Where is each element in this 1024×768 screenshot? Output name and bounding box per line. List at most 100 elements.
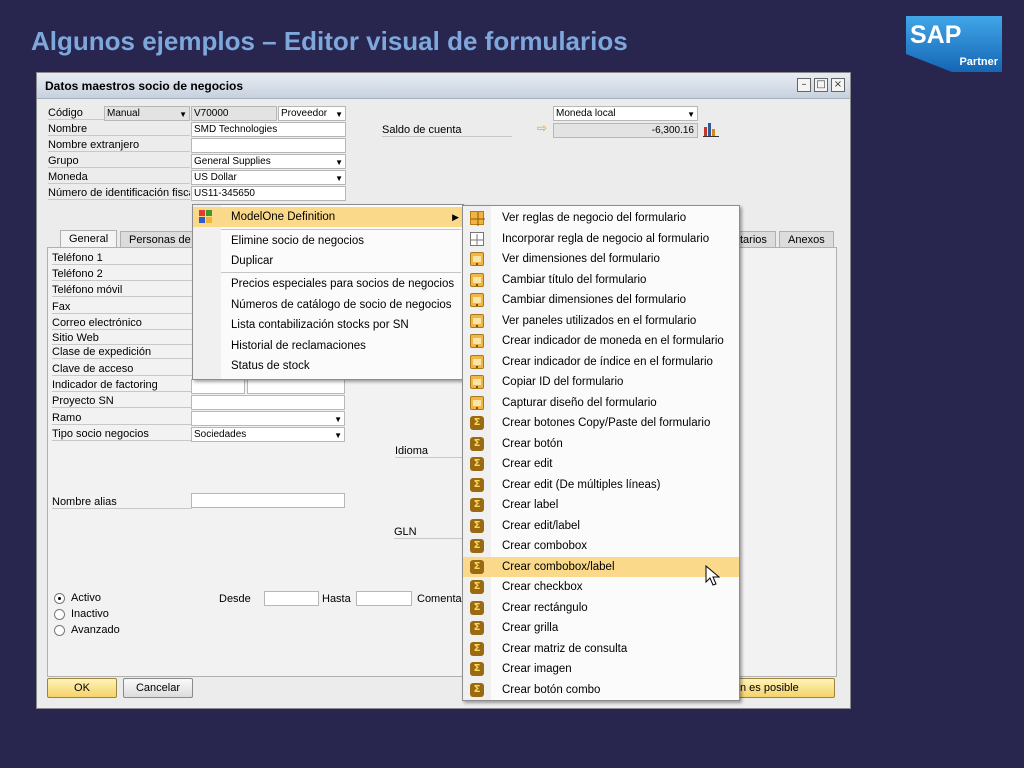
ok-button[interactable]: OK bbox=[47, 678, 117, 698]
action-dropdown-button[interactable]: n es posible bbox=[735, 678, 835, 698]
sigma-icon: Σ bbox=[470, 518, 484, 533]
moneda-local-select[interactable]: Moneda local bbox=[553, 106, 698, 121]
submenu-item[interactable]: Σ Crear combobox bbox=[463, 536, 739, 557]
cancel-button[interactable]: Cancelar bbox=[123, 678, 193, 698]
submenu-item-label: Ver paneles utilizados en el formulario bbox=[502, 314, 697, 327]
submenu-item[interactable]: Incorporar regla de negocio al formulari… bbox=[463, 229, 739, 250]
grid-icon bbox=[470, 231, 484, 246]
rules-grid-icon bbox=[470, 211, 485, 226]
label-saldo: Saldo de cuenta bbox=[382, 124, 512, 137]
sigma-icon: Σ bbox=[470, 457, 484, 471]
submenu-item-label: Ver dimensiones del formulario bbox=[502, 253, 660, 265]
submenu-item[interactable]: Ver reglas de negocio del formulario bbox=[463, 208, 739, 229]
proyecto-field[interactable] bbox=[191, 395, 345, 410]
submenu-item-label: Ver reglas de negocio del formulario bbox=[502, 212, 687, 224]
submenu-item-label: Crear label bbox=[502, 499, 559, 511]
submenu-item-label: Crear edit bbox=[502, 458, 553, 470]
label-telefono2: Teléfono 2 bbox=[52, 268, 192, 281]
slide-title: Algunos ejemplos – Editor visual de form… bbox=[31, 26, 628, 56]
submenu-item[interactable]: Σ Crear botón bbox=[463, 434, 739, 455]
label-grupo: Grupo bbox=[48, 155, 190, 168]
submenu-item[interactable]: Σ Crear botones Copy/Paste del formulario bbox=[463, 413, 739, 434]
inactivo-radio[interactable] bbox=[54, 609, 65, 620]
grupo-select[interactable]: General Supplies bbox=[191, 154, 346, 169]
factoring-field-2[interactable] bbox=[247, 379, 345, 394]
submenu-item-label: Crear edit/label bbox=[502, 519, 580, 532]
submenu-item-label: Crear combobox/label bbox=[502, 560, 615, 573]
submenu-item-label: Crear combobox bbox=[502, 540, 588, 552]
menu-item-duplicar[interactable]: Duplicar bbox=[193, 251, 463, 271]
codigo-field[interactable]: V70000 bbox=[191, 106, 277, 121]
menu-item-historial[interactable]: Historial de reclamaciones bbox=[193, 336, 463, 356]
submenu-item[interactable]: Capturar diseño del formulario bbox=[463, 393, 739, 414]
factoring-field-1[interactable] bbox=[191, 379, 245, 394]
label-hasta: Hasta bbox=[322, 593, 351, 605]
sigma-icon: Σ bbox=[470, 498, 484, 512]
maximize-icon[interactable]: □ bbox=[814, 78, 828, 92]
submenu-item[interactable]: Σ Crear label bbox=[463, 495, 739, 516]
hasta-field[interactable] bbox=[356, 591, 412, 606]
modelone-submenu: Ver reglas de negocio del formulario Inco… bbox=[462, 205, 740, 701]
submenu-item[interactable]: Σ Crear edit/label bbox=[463, 516, 739, 537]
monitor-icon bbox=[470, 293, 484, 307]
submenu-item[interactable]: Σ Crear botón combo bbox=[463, 680, 739, 701]
submenu-item[interactable]: Crear indicador de índice en el formular… bbox=[463, 352, 739, 373]
menu-item-modelone[interactable]: ModelOne Definition ▶ bbox=[193, 207, 463, 227]
nif-field[interactable]: US11-345650 bbox=[191, 186, 346, 201]
submenu-item-label: Crear indicador de moneda en el formular… bbox=[502, 335, 724, 347]
nombre-extranjero-field[interactable] bbox=[191, 138, 346, 153]
context-menu: ModelOne Definition ▶ Elimine socio de n… bbox=[192, 204, 464, 380]
submenu-item[interactable]: Ver paneles utilizados en el formulario bbox=[463, 311, 739, 332]
label-nif: Número de identificación fisca bbox=[48, 187, 190, 200]
submenu-item[interactable]: Σ Crear checkbox bbox=[463, 577, 739, 598]
menu-item-precios[interactable]: Precios especiales para socios de negoci… bbox=[193, 274, 463, 294]
link-arrow-icon[interactable]: ⇨ bbox=[537, 121, 547, 135]
submenu-item-label: Cambiar dimensiones del formulario bbox=[502, 294, 687, 306]
submenu-item[interactable]: Copiar ID del formulario bbox=[463, 372, 739, 393]
mouse-cursor-icon bbox=[705, 565, 721, 586]
tipo-socio-select[interactable]: Sociedades bbox=[191, 427, 345, 442]
submenu-item[interactable]: Σ Crear matriz de consulta bbox=[463, 639, 739, 660]
submenu-item[interactable]: Σ Crear edit bbox=[463, 454, 739, 475]
submenu-item[interactable]: Σ Crear grilla bbox=[463, 618, 739, 639]
submenu-item-label: Crear grilla bbox=[502, 622, 559, 634]
ramo-select[interactable] bbox=[191, 411, 345, 426]
windows-logo-icon bbox=[199, 210, 212, 223]
menu-item-catalogo[interactable]: Números de catálogo de socio de negocios bbox=[193, 295, 463, 315]
desde-field[interactable] bbox=[264, 591, 319, 606]
submenu-arrow-icon: ▶ bbox=[452, 212, 459, 222]
label-nombre: Nombre bbox=[48, 123, 190, 136]
codigo-mode-select[interactable]: Manual bbox=[104, 106, 190, 121]
menu-item-lista-stocks[interactable]: Lista contabilización stocks por SN bbox=[193, 315, 463, 335]
alias-field[interactable] bbox=[191, 493, 345, 508]
submenu-item[interactable]: Σ Crear combobox/label bbox=[463, 556, 739, 577]
submenu-item[interactable]: Crear indicador de moneda en el formular… bbox=[463, 331, 739, 352]
menu-item-status-stock[interactable]: Status de stock bbox=[193, 356, 463, 376]
label-expedicion: Clase de expedición bbox=[52, 346, 192, 359]
submenu-item[interactable]: Σ Crear rectángulo bbox=[463, 598, 739, 619]
submenu-item-label: Copiar ID del formulario bbox=[502, 376, 624, 388]
window-titlebar[interactable]: Datos maestros socio de negocios – □ × bbox=[37, 73, 850, 99]
submenu-item[interactable]: Σ Crear edit (De múltiples líneas) bbox=[463, 475, 739, 496]
submenu-item[interactable]: Ver dimensiones del formulario bbox=[463, 249, 739, 270]
avanzado-radio[interactable] bbox=[54, 625, 65, 636]
close-icon[interactable]: × bbox=[831, 78, 845, 92]
submenu-item-label: Crear botones Copy/Paste del formulario bbox=[502, 417, 711, 429]
sigma-icon: Σ bbox=[470, 600, 484, 615]
nombre-field[interactable]: SMD Technologies bbox=[191, 122, 346, 137]
moneda-select[interactable]: US Dollar bbox=[191, 170, 346, 185]
monitor-icon bbox=[470, 313, 484, 328]
submenu-item-label: Crear checkbox bbox=[502, 581, 583, 593]
sigma-icon: Σ bbox=[470, 539, 484, 553]
menu-item-eliminar[interactable]: Elimine socio de negocios bbox=[193, 231, 463, 251]
bar-chart-icon[interactable] bbox=[703, 121, 719, 137]
submenu-item[interactable]: Σ Crear imagen bbox=[463, 659, 739, 680]
label-movil: Teléfono móvil bbox=[52, 284, 192, 297]
activo-radio[interactable] bbox=[54, 593, 65, 604]
submenu-item-label: Crear imagen bbox=[502, 663, 572, 675]
submenu-item[interactable]: Cambiar dimensiones del formulario bbox=[463, 290, 739, 311]
submenu-item[interactable]: Cambiar título del formulario bbox=[463, 270, 739, 291]
bp-type-select[interactable]: Proveedor bbox=[278, 106, 346, 121]
minimize-icon[interactable]: – bbox=[797, 78, 811, 92]
label-correo: Correo electrónico bbox=[52, 317, 192, 330]
